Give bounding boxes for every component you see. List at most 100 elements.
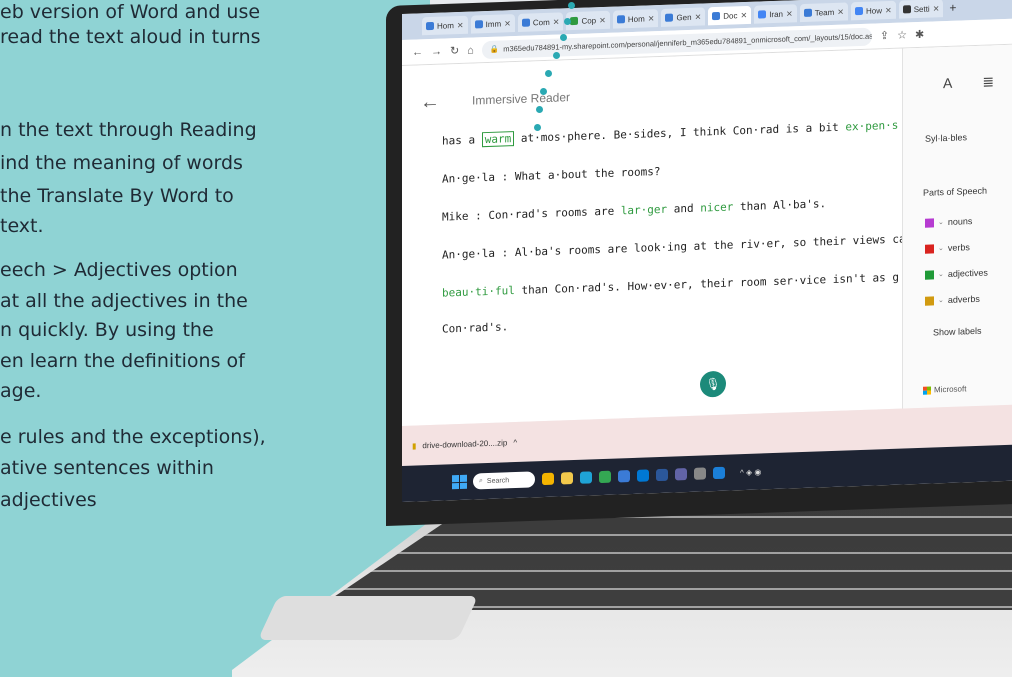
tab-favicon-icon xyxy=(665,13,674,22)
browser-tab[interactable]: Cop ✕ xyxy=(566,10,610,31)
browser-tab[interactable]: Gen ✕ xyxy=(661,7,706,27)
browser-tab[interactable]: How ✕ xyxy=(850,0,896,21)
color-swatch[interactable] xyxy=(925,295,934,306)
close-icon[interactable]: ✕ xyxy=(933,4,940,13)
back-arrow-icon[interactable]: ← xyxy=(420,91,440,115)
back-icon[interactable]: ← xyxy=(412,46,423,58)
microsoft-logo: Microsoft xyxy=(923,384,966,395)
slide-line: n the text through Reading xyxy=(0,119,257,141)
app-icon[interactable] xyxy=(713,466,725,480)
slide-text: eb version of Word and use read the text… xyxy=(0,0,420,677)
browser-tab-active[interactable]: Doc ✕ xyxy=(708,5,752,26)
adjective-word: beau·ti·ful xyxy=(442,284,515,300)
tab-favicon-icon xyxy=(712,11,721,21)
system-tray[interactable]: ^ ◈ ◉ xyxy=(740,467,761,477)
settings-icon[interactable] xyxy=(694,467,706,480)
close-icon[interactable]: ✕ xyxy=(786,9,793,18)
reader-line: has a warm at·mos·phere. Be·sides, I thi… xyxy=(442,118,899,148)
adjective-word: nicer xyxy=(700,200,734,215)
file-explorer-icon[interactable] xyxy=(561,472,573,485)
slide-line: read the text aloud in turns xyxy=(0,26,261,48)
taskbar-search[interactable]: ⌕ Search xyxy=(473,471,535,490)
close-icon[interactable]: ✕ xyxy=(695,12,702,21)
slide-line: eech > Adjectives option xyxy=(0,259,238,281)
close-icon[interactable]: ✕ xyxy=(553,17,560,26)
adjectives-toggle[interactable]: ⌄ adjectives xyxy=(925,268,988,280)
close-icon[interactable]: ✕ xyxy=(504,19,511,28)
close-icon[interactable]: ✕ xyxy=(837,7,844,16)
close-icon[interactable]: ✕ xyxy=(599,15,606,24)
connector-dot xyxy=(564,18,571,25)
share-icon[interactable]: ⇪ xyxy=(880,29,889,42)
browser-tab[interactable]: Setti ✕ xyxy=(898,0,944,19)
color-swatch[interactable] xyxy=(925,243,934,254)
microphone-button[interactable]: 🎙 xyxy=(700,370,726,398)
chevron-down-icon[interactable]: ⌄ xyxy=(938,270,944,278)
chevron-up-icon[interactable]: ^ xyxy=(513,437,517,446)
browser-tab[interactable]: Hom ✕ xyxy=(612,9,659,29)
connector-dot xyxy=(534,124,541,131)
highlighted-word[interactable]: warm xyxy=(481,131,515,148)
parts-of-speech-heading: Parts of Speech xyxy=(923,185,988,198)
browser-tab[interactable]: Com ✕ xyxy=(517,12,564,32)
teams-icon[interactable] xyxy=(675,468,687,481)
color-swatch[interactable] xyxy=(925,269,934,280)
zip-file-icon: ▮ xyxy=(412,440,417,451)
grammar-options-icon[interactable]: ≣ xyxy=(982,73,994,90)
options-toolbar: A ≣ xyxy=(943,73,994,92)
laptop-screen: Hom ✕ Imm ✕ Com ✕ Cop ✕ Hom ✕ Gen ✕ Doc ✕ Iran ✕… xyxy=(402,0,1012,502)
home-icon[interactable]: ⌂ xyxy=(467,44,474,56)
connector-dot xyxy=(536,106,543,113)
tab-favicon-icon xyxy=(570,16,579,26)
verbs-toggle[interactable]: ⌄ verbs xyxy=(925,242,970,254)
browser-tab[interactable]: Imm ✕ xyxy=(470,14,515,34)
syllables-toggle[interactable]: Syl·la·bles xyxy=(925,132,967,143)
chrome-icon[interactable] xyxy=(599,470,611,484)
edge-icon[interactable] xyxy=(580,471,592,484)
trackpad xyxy=(257,596,479,640)
browser-tab[interactable]: Iran ✕ xyxy=(754,4,797,24)
widgets-icon[interactable] xyxy=(542,472,554,486)
store-icon[interactable] xyxy=(618,470,630,483)
browser-tab[interactable]: Team ✕ xyxy=(799,2,848,23)
browser-tab[interactable]: Hom ✕ xyxy=(422,15,468,36)
text-preferences-icon[interactable]: A xyxy=(943,75,952,92)
close-icon[interactable]: ✕ xyxy=(885,5,892,14)
forward-icon[interactable]: → xyxy=(431,45,442,57)
close-icon[interactable]: ✕ xyxy=(648,14,655,23)
reader-line: An·ge·la : What a·bout the rooms? xyxy=(442,164,661,186)
mail-icon[interactable] xyxy=(637,469,649,482)
lock-icon: 🔒 xyxy=(489,44,500,54)
download-item[interactable]: drive-download-20....zip xyxy=(422,438,507,450)
tab-favicon-icon xyxy=(521,18,530,27)
slide-line: ative sentences within xyxy=(0,457,214,479)
word-icon[interactable] xyxy=(656,468,668,482)
tab-favicon-icon xyxy=(426,21,434,31)
new-tab-button[interactable]: + xyxy=(949,1,956,15)
bookmark-star-icon[interactable]: ☆ xyxy=(897,28,907,41)
slide-line: en learn the definitions of xyxy=(0,350,245,372)
chevron-down-icon[interactable]: ⌄ xyxy=(938,218,944,226)
color-swatch[interactable] xyxy=(925,217,934,228)
windows-start-icon[interactable] xyxy=(452,474,467,490)
search-icon: ⌕ xyxy=(479,477,483,485)
slide-line: the Translate By Word to xyxy=(0,185,234,207)
reader-line: beau·ti·ful than Con·rad's. How·ev·er, t… xyxy=(442,270,899,300)
slide-line: at all the adjectives in the xyxy=(0,290,248,312)
adverbs-toggle[interactable]: ⌄ adverbs xyxy=(925,294,980,306)
adjective-word: lar·ger xyxy=(620,202,668,218)
connector-dot xyxy=(568,2,575,9)
close-icon[interactable]: ✕ xyxy=(457,20,464,29)
close-icon[interactable]: ✕ xyxy=(741,10,748,19)
chevron-down-icon[interactable]: ⌄ xyxy=(938,244,944,252)
connector-dot xyxy=(545,70,552,77)
reload-icon[interactable]: ↻ xyxy=(450,44,459,57)
microsoft-icon xyxy=(923,386,931,395)
reader-title: Immersive Reader xyxy=(472,90,571,108)
tab-favicon-icon xyxy=(616,15,625,24)
connector-dot xyxy=(553,52,560,59)
extensions-icon[interactable]: ✱ xyxy=(915,28,924,41)
chevron-down-icon[interactable]: ⌄ xyxy=(938,296,944,304)
nouns-toggle[interactable]: ⌄ nouns xyxy=(925,216,972,228)
show-labels-toggle[interactable]: Show labels xyxy=(933,326,982,338)
